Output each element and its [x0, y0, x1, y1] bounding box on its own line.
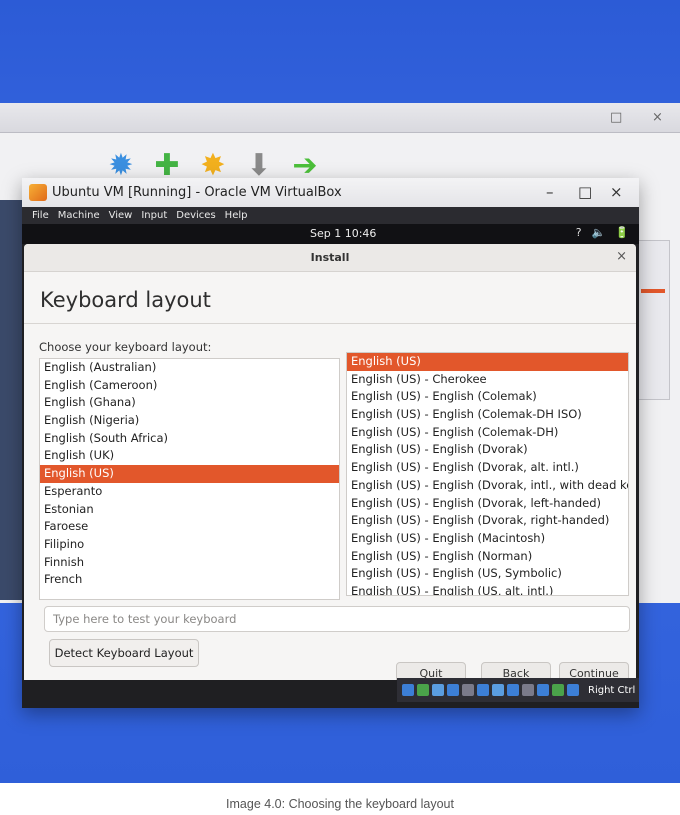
variant-list-item[interactable]: English (US) - English (US, alt. intl.)	[347, 583, 628, 595]
layout-list-item[interactable]: Esperanto	[40, 483, 339, 501]
host-close-button[interactable]: ×	[652, 110, 663, 125]
menu-devices[interactable]: Devices	[176, 210, 215, 221]
status-device-icon[interactable]	[432, 684, 444, 696]
keyboard-test-input[interactable]	[44, 606, 630, 632]
image-caption: Image 4.0: Choosing the keyboard layout	[226, 797, 454, 811]
variant-list-item[interactable]: English (US) - English (Dvorak)	[347, 441, 628, 459]
variant-list-item[interactable]: English (US) - English (Colemak-DH)	[347, 424, 628, 442]
variant-list-item[interactable]: English (US) - English (Dvorak, intl., w…	[347, 477, 628, 495]
maximize-button[interactable]: □	[578, 183, 592, 201]
gnome-top-bar: Sep 1 10:46 ? 🔈 🔋	[22, 224, 639, 244]
variant-list-item[interactable]: English (US) - English (Colemak-DH ISO)	[347, 406, 628, 424]
layout-list-item[interactable]: Estonian	[40, 501, 339, 519]
variant-list-item[interactable]: English (US) - Cherokee	[347, 371, 628, 389]
accessibility-icon[interactable]: ?	[576, 226, 582, 239]
variant-list-item[interactable]: English (US) - English (Dvorak, alt. int…	[347, 459, 628, 477]
layout-list-item[interactable]: English (Nigeria)	[40, 412, 339, 430]
dialog-close-button[interactable]: ×	[616, 249, 627, 264]
status-device-icon[interactable]	[402, 684, 414, 696]
variant-list-item[interactable]: English (US) - English (US, Symbolic)	[347, 565, 628, 583]
layout-list[interactable]: English (Australian) English (Cameroon) En…	[39, 358, 340, 600]
variant-list-item[interactable]: English (US) - English (Colemak)	[347, 388, 628, 406]
status-device-icon[interactable]	[492, 684, 504, 696]
host-window-titlebar: □ ×	[0, 103, 680, 133]
layout-list-item[interactable]: Filipino	[40, 536, 339, 554]
menu-machine[interactable]: Machine	[58, 210, 100, 221]
variant-list[interactable]: English (US) English (US) - Cherokee Engli…	[346, 352, 629, 596]
layout-list-item[interactable]: English (UK)	[40, 447, 339, 465]
layout-list-item[interactable]: English (Cameroon)	[40, 377, 339, 395]
minimize-button[interactable]: –	[546, 183, 554, 201]
vm-window: Ubuntu VM [Running] - Oracle VM VirtualB…	[22, 178, 639, 708]
layout-list-item[interactable]: French	[40, 571, 339, 589]
host-key-label: Right Ctrl	[588, 684, 636, 696]
host-maximize-button[interactable]: □	[610, 110, 622, 125]
system-tray[interactable]: ? 🔈 🔋	[576, 226, 629, 239]
menu-view[interactable]: View	[109, 210, 133, 221]
variant-list-item[interactable]: English (US) - English (Macintosh)	[347, 530, 628, 548]
status-device-icon[interactable]	[417, 684, 429, 696]
status-device-icon[interactable]	[477, 684, 489, 696]
status-device-icon[interactable]	[507, 684, 519, 696]
close-button[interactable]: ×	[610, 183, 623, 201]
status-device-icon[interactable]	[522, 684, 534, 696]
install-dialog: Install × Keyboard layout Choose your ke…	[24, 244, 636, 680]
vm-menubar: File Machine View Input Devices Help	[22, 207, 639, 224]
layout-list-item[interactable]: English (US)	[40, 465, 339, 483]
menu-help[interactable]: Help	[225, 210, 248, 221]
host-side-panel	[636, 240, 670, 400]
vm-titlebar: Ubuntu VM [Running] - Oracle VM VirtualB…	[22, 178, 639, 207]
virtualbox-status-bar: Right Ctrl	[397, 678, 639, 702]
variant-list-item[interactable]: English (US)	[347, 353, 628, 371]
layout-list-item[interactable]: Finnish	[40, 554, 339, 572]
status-device-icon[interactable]	[567, 684, 579, 696]
vm-window-title: Ubuntu VM [Running] - Oracle VM VirtualB…	[52, 185, 342, 200]
layout-list-item[interactable]: English (South Africa)	[40, 430, 339, 448]
clock[interactable]: Sep 1 10:46	[310, 227, 376, 240]
variant-list-item[interactable]: English (US) - English (Dvorak, left-han…	[347, 495, 628, 513]
volume-icon[interactable]: 🔈	[592, 226, 606, 239]
battery-icon[interactable]: 🔋	[615, 226, 629, 239]
layout-list-item[interactable]: Faroese	[40, 518, 339, 536]
variant-list-item[interactable]: English (US) - English (Norman)	[347, 548, 628, 566]
dialog-header: Install ×	[24, 244, 636, 272]
divider	[24, 323, 636, 324]
layout-list-item[interactable]: English (Ghana)	[40, 394, 339, 412]
menu-input[interactable]: Input	[141, 210, 167, 221]
status-device-icon[interactable]	[552, 684, 564, 696]
status-device-icon[interactable]	[537, 684, 549, 696]
layout-list-item[interactable]: English (Australian)	[40, 359, 339, 377]
dialog-title: Install	[310, 251, 350, 264]
status-device-icon[interactable]	[462, 684, 474, 696]
monitor-photo: □ × ✹ ✚ ✸ ⬇ ➔ Ubuntu VM [Running] - Orac…	[0, 0, 680, 783]
variant-list-item[interactable]: English (US) - English (Dvorak, right-ha…	[347, 512, 628, 530]
virtualbox-logo-icon	[29, 184, 47, 201]
page-title: Keyboard layout	[40, 288, 211, 312]
choose-layout-label: Choose your keyboard layout:	[39, 340, 212, 354]
status-device-icon[interactable]	[447, 684, 459, 696]
menu-file[interactable]: File	[32, 210, 49, 221]
detect-keyboard-layout-button[interactable]: Detect Keyboard Layout	[49, 639, 199, 667]
